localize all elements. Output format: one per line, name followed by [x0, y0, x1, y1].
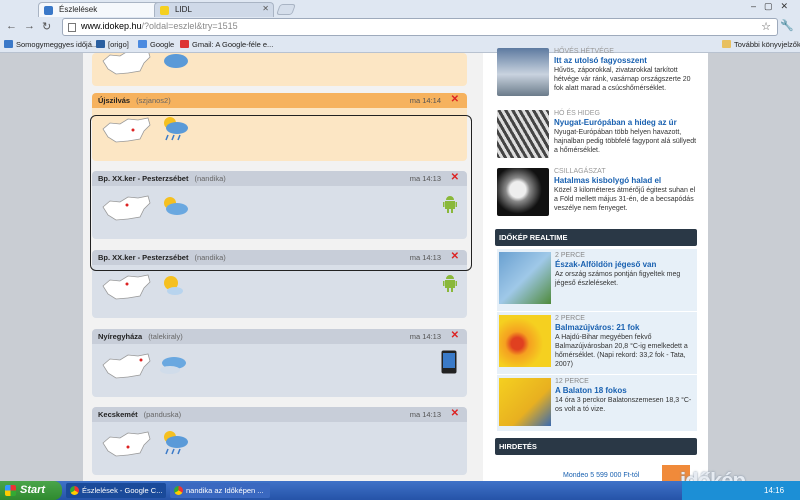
observation-user[interactable]: (szjanos2): [136, 96, 171, 105]
origo-favicon-icon: [96, 40, 105, 48]
observation-user[interactable]: (panduska): [144, 410, 182, 419]
taskbar-item-chrome-2[interactable]: nandika az Időképen ...: [170, 483, 270, 498]
selection-outline: [90, 115, 472, 271]
back-icon[interactable]: ←: [6, 20, 17, 32]
system-tray: 14:16: [682, 481, 800, 500]
hungary-map-icon: [102, 431, 151, 457]
news-item[interactable]: HŐVÉS HÉTVÉGE Itt az utolsó fagyosszent …: [497, 48, 697, 98]
observation-user[interactable]: (talekiraly): [148, 332, 183, 341]
cloudy-icon: [160, 357, 186, 374]
ad-heading: HIRDETÉS: [495, 438, 697, 455]
android-icon: [443, 275, 457, 292]
bookmark-favicon-icon: [4, 40, 13, 48]
observation-card[interactable]: Kecskemét (panduska) ma 14:13 ✕: [92, 407, 467, 475]
lidl-favicon-icon: [160, 6, 169, 15]
realtime-heading: IDŐKÉP REALTIME: [495, 229, 697, 246]
browser-chrome: Észlelések ✕ LIDL ✕ –▢✕ ← → ↻ www.idokep…: [0, 0, 800, 53]
folder-icon: [722, 40, 731, 48]
observation-place[interactable]: Nyíregyháza: [98, 332, 142, 341]
partly-cloudy-rain-icon: [164, 431, 188, 455]
realtime-item[interactable]: 12 PERCE A Balaton 18 fokos 14 óra 3 per…: [497, 375, 697, 431]
idokep-favicon-icon: [44, 6, 53, 15]
news-thumbnail: [497, 110, 549, 158]
observation-time: ma 14:13: [409, 332, 441, 341]
chrome-icon: [70, 486, 79, 495]
hungary-map-icon: [102, 53, 151, 75]
realtime-thumbnail: [499, 252, 551, 304]
news-thumbnail: [497, 168, 549, 216]
bookmark-star-icon[interactable]: ☆: [761, 20, 771, 33]
ad-link[interactable]: Mondeo 5 599 000 Ft-tól: [563, 472, 639, 479]
cloud-icon: [164, 54, 188, 68]
hungary-map-icon: [102, 274, 151, 300]
close-icon[interactable]: ✕: [451, 94, 459, 105]
observation-time: ma 14:14: [409, 96, 441, 105]
phone-icon: [441, 350, 457, 374]
taskbar: Start Észlelések - Google C... nandika a…: [0, 481, 800, 500]
realtime-thumbnail: [499, 378, 551, 426]
close-icon[interactable]: ✕: [451, 330, 459, 341]
clock[interactable]: 14:16: [764, 486, 784, 495]
tab-lidl[interactable]: LIDL ✕: [154, 2, 274, 17]
news-item[interactable]: HÓ ÉS HIDEG Nyugat-Európában a hideg az …: [497, 110, 697, 160]
bookmark-somogymeggyes[interactable]: Somogymeggyes időjá...: [4, 40, 98, 49]
observation-place[interactable]: Kecskemét: [98, 410, 138, 419]
start-button[interactable]: Start: [0, 481, 62, 500]
window-controls[interactable]: –▢✕: [751, 1, 796, 12]
bookmark-google[interactable]: Google: [138, 40, 174, 49]
close-icon[interactable]: ✕: [451, 408, 459, 419]
realtime-item[interactable]: 2 PERCE Észak-Alföldön jégeső van Az ors…: [497, 249, 697, 311]
observation-time: ma 14:13: [409, 410, 441, 419]
reload-icon[interactable]: ↻: [42, 20, 51, 33]
observation-place[interactable]: Újszilvás: [98, 96, 130, 105]
bookmark-origo[interactable]: [origo]: [96, 40, 129, 49]
gmail-favicon-icon: [180, 40, 189, 48]
chrome-icon: [174, 486, 183, 495]
address-bar[interactable]: www.idokep.hu/?oldal=eszlel&try=1515 ☆: [62, 18, 778, 36]
hungary-map-icon: [102, 353, 151, 379]
sunny-cloud-icon: [164, 276, 183, 295]
observation-card-partial: [92, 53, 467, 86]
google-favicon-icon: [138, 40, 147, 48]
tab-strip: Észlelések ✕ LIDL ✕ –▢✕: [0, 0, 800, 17]
realtime-thumbnail: [499, 315, 551, 367]
browser-toolbar: ← → ↻ www.idokep.hu/?oldal=eszlel&try=15…: [0, 17, 800, 37]
page-icon: [68, 23, 76, 32]
forward-icon[interactable]: →: [24, 20, 35, 32]
close-tab-icon[interactable]: ✕: [262, 4, 269, 13]
taskbar-item-chrome[interactable]: Észlelések - Google C...: [66, 483, 166, 498]
realtime-item[interactable]: 2 PERCE Balmazújváros: 21 fok A Hajdú-Bi…: [497, 312, 697, 374]
observation-card[interactable]: Nyíregyháza (talekiraly) ma 14:13 ✕: [92, 329, 467, 397]
wrench-menu-icon[interactable]: 🔧: [780, 19, 794, 32]
news-thumbnail: [497, 48, 549, 96]
windows-logo-icon: [5, 485, 16, 496]
other-bookmarks[interactable]: További könyvjelzők: [722, 40, 800, 49]
bookmark-gmail[interactable]: Gmail: A Google-féle e...: [180, 40, 273, 49]
new-tab-button[interactable]: [275, 4, 297, 15]
news-item[interactable]: CSILLAGÁSZAT Hatalmas kisbolygó halad el…: [497, 168, 697, 218]
